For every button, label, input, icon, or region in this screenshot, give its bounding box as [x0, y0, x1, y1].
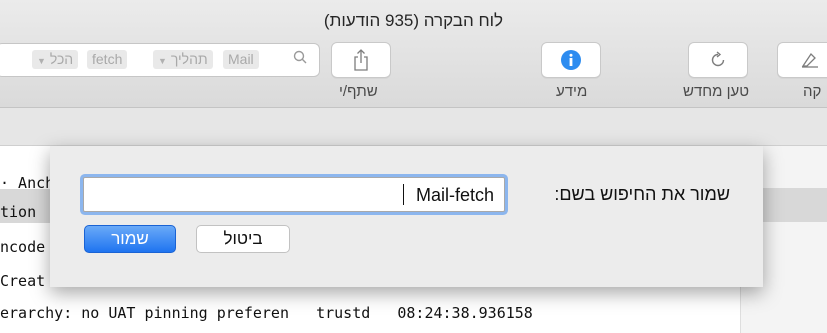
- reload-label: טען מחדש: [683, 83, 750, 100]
- log-row[interactable]: erarchy: no UAT pinning preferen trustd …: [0, 302, 740, 324]
- info-button[interactable]: [541, 42, 601, 78]
- share-label: שתף/י: [339, 83, 378, 100]
- window-toolbar: לוח הבקרה (935 הודעות) ▼ הכל fetch ▼ תהל…: [0, 0, 827, 108]
- reload-button[interactable]: [688, 42, 748, 78]
- reload-icon: [711, 51, 725, 67]
- search-name-field[interactable]: [83, 177, 505, 213]
- chevron-down-icon: ▼: [37, 56, 46, 66]
- info-label: מידע: [556, 83, 588, 100]
- share-icon: [354, 49, 368, 71]
- search-token-mail[interactable]: Mail: [223, 50, 259, 69]
- search-name-input[interactable]: [87, 178, 496, 213]
- save-search-dialog: שמור את החיפוש בשם: ביטול שמור: [50, 146, 763, 287]
- column-header-strip: [0, 108, 827, 146]
- partial-toolbar-button[interactable]: [777, 42, 827, 78]
- save-button[interactable]: שמור: [84, 225, 176, 253]
- search-token-process[interactable]: ▼ תהליך: [153, 50, 213, 69]
- search-name-label: שמור את החיפוש בשם:: [554, 184, 730, 204]
- partial-toolbar-label: קה: [803, 83, 822, 100]
- info-icon: [561, 50, 581, 70]
- clear-icon: [801, 52, 818, 68]
- chevron-down-icon: ▼: [158, 56, 167, 66]
- search-token-fetch[interactable]: fetch: [87, 50, 128, 69]
- search-token-all[interactable]: ▼ הכל: [32, 50, 79, 69]
- share-button[interactable]: [331, 42, 391, 78]
- cancel-button[interactable]: ביטול: [196, 225, 290, 253]
- window-title: לוח הבקרה (935 הודעות): [323, 11, 504, 30]
- text-caret: [403, 184, 404, 205]
- log-row-text: tion: [0, 203, 37, 221]
- search-field[interactable]: ▼ הכל fetch ▼ תהליך Mail: [0, 43, 320, 77]
- search-icon: [293, 50, 307, 64]
